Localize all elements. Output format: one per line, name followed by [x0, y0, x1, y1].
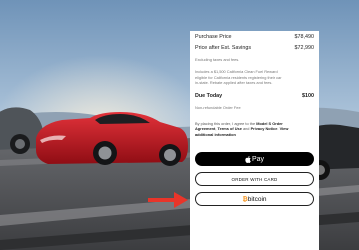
apple-icon [245, 155, 251, 163]
additional-info-link[interactable]: additional information [195, 132, 236, 137]
legal-text: By placing this order, I agree to the Mo… [195, 121, 289, 137]
bitcoin-label: bitcoin [247, 195, 267, 203]
legal-and: and [242, 126, 250, 132]
due-today-row: Due Today $100 [195, 93, 314, 99]
legal-line: By placing this order, I agree to the [195, 121, 256, 127]
excluding-taxes-note: Excluding taxes and fees. [195, 57, 240, 62]
agreement-link[interactable]: Agreement [195, 126, 215, 131]
order-fee-note: Non-refundable Order Fee [195, 104, 241, 110]
savings-price-row: Price after Est. Savings $72,990 [195, 45, 314, 51]
purchase-price-value: $78,490 [294, 34, 315, 40]
privacy-notice-link[interactable]: Privacy Notice [251, 126, 278, 131]
model-order-link[interactable]: Model S Order [256, 121, 283, 126]
savings-price-label: Price after Est. Savings [195, 45, 252, 51]
apple-pay-label: Pay [251, 155, 265, 163]
arrow-icon [148, 192, 188, 208]
terms-of-use-link[interactable]: Terms of Use [218, 126, 242, 131]
order-summary-panel: Purchase Price $78,490 Price after Est. … [190, 31, 319, 250]
purchase-price-label: Purchase Price [195, 34, 232, 40]
rebate-note: Includes a $1,500 California Clean Fuel … [195, 69, 314, 85]
order-with-card-label: ORDER WITH CARD [231, 176, 278, 182]
savings-price-value: $72,990 [294, 45, 315, 51]
rebate-line: in-state. Rebate applied after taxes and… [195, 80, 273, 86]
apple-pay-button[interactable]: Pay [195, 152, 314, 166]
view-link[interactable]: View [280, 126, 289, 131]
purchase-price-row: Purchase Price $78,490 [195, 34, 314, 40]
order-with-card-button[interactable]: ORDER WITH CARD [195, 172, 314, 186]
due-today-label: Due Today [195, 92, 223, 99]
due-today-value: $100 [302, 92, 314, 99]
bitcoin-button[interactable]: ₿ bitcoin [195, 192, 314, 206]
